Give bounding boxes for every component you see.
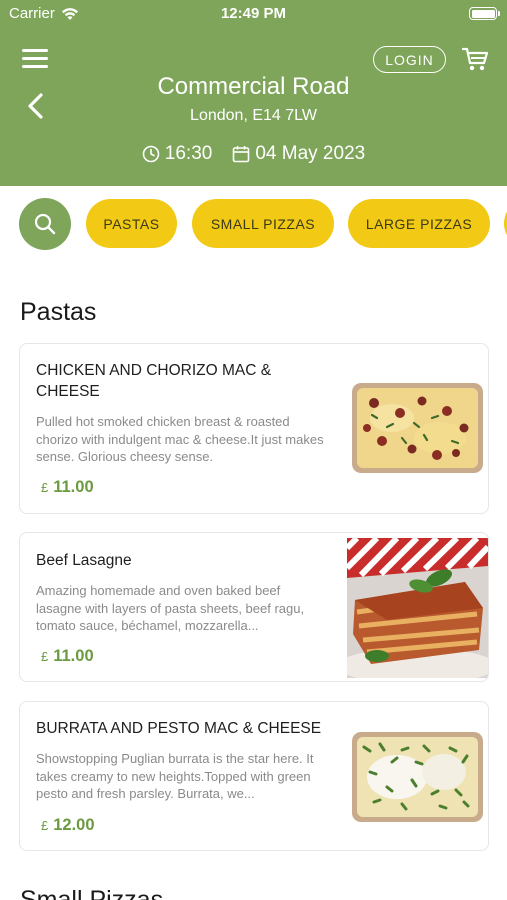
item-description: Amazing homemade and oven baked beef las… — [36, 583, 305, 633]
menu-item-card[interactable]: CHICKEN AND CHORIZO MAC & CHEESE Pulled … — [19, 343, 489, 514]
menu-item-card[interactable]: BURRATA AND PESTO MAC & CHEESE Showstopp… — [19, 701, 489, 851]
battery-icon — [469, 7, 500, 20]
category-chip-pastas[interactable]: PASTAS — [86, 199, 177, 248]
calendar-icon — [233, 146, 250, 163]
item-image — [347, 538, 488, 678]
store-address: London, E14 7LW — [190, 107, 317, 124]
item-price-value: 11.00 — [53, 647, 94, 665]
category-chip-small-pizzas[interactable]: SMALL PIZZAS — [192, 199, 334, 248]
item-price-currency: £ — [41, 480, 49, 495]
login-button[interactable]: LOGIN — [373, 46, 446, 73]
item-description: Showstopping Puglian burrata is the star… — [36, 751, 314, 801]
item-price-currency: £ — [41, 649, 49, 664]
item-name: BURRATA AND PESTO MAC & CHEESE — [36, 720, 322, 737]
pickup-time[interactable]: 16:30 — [142, 143, 213, 165]
item-name: CHICKEN AND CHORIZO MAC & CHEESE — [36, 362, 272, 400]
item-image — [352, 732, 483, 822]
item-price: £12.00 — [41, 816, 95, 835]
store-name: Commercial Road — [157, 73, 350, 100]
category-bar[interactable]: PASTAS SMALL PIZZAS LARGE PIZZAS — [0, 186, 507, 262]
menu-item-card[interactable]: Beef Lasagne Amazing homemade and oven b… — [19, 532, 489, 682]
item-image — [352, 383, 483, 473]
item-price-value: 11.00 — [53, 478, 94, 496]
item-price: £11.00 — [41, 478, 94, 497]
section-title: Pastas — [20, 298, 97, 326]
clock-icon — [142, 145, 160, 163]
item-description: Pulled hot smoked chicken breast & roast… — [36, 414, 324, 464]
pickup-time-value: 16:30 — [164, 143, 213, 164]
status-bar: Carrier 12:49 PM — [0, 0, 507, 28]
pickup-date-value: 04 May 2023 — [255, 143, 366, 164]
item-price: £11.00 — [41, 647, 94, 666]
category-chip-large-pizzas[interactable]: LARGE PIZZAS — [348, 199, 490, 248]
section-title: Small Pizzas — [20, 886, 164, 900]
cart-icon[interactable] — [461, 46, 489, 72]
item-name: Beef Lasagne — [36, 552, 132, 569]
item-price-currency: £ — [41, 818, 49, 833]
pickup-date[interactable]: 04 May 2023 — [232, 143, 365, 165]
search-button[interactable] — [19, 198, 71, 250]
search-icon — [34, 213, 56, 235]
pickup-datetime[interactable]: 16:30 04 May 2023 — [0, 143, 507, 165]
menu-icon[interactable] — [22, 49, 48, 71]
header: Carrier 12:49 PM LOGIN Commercial Road L… — [0, 0, 507, 186]
item-price-value: 12.00 — [53, 816, 95, 834]
status-time: 12:49 PM — [220, 5, 287, 22]
